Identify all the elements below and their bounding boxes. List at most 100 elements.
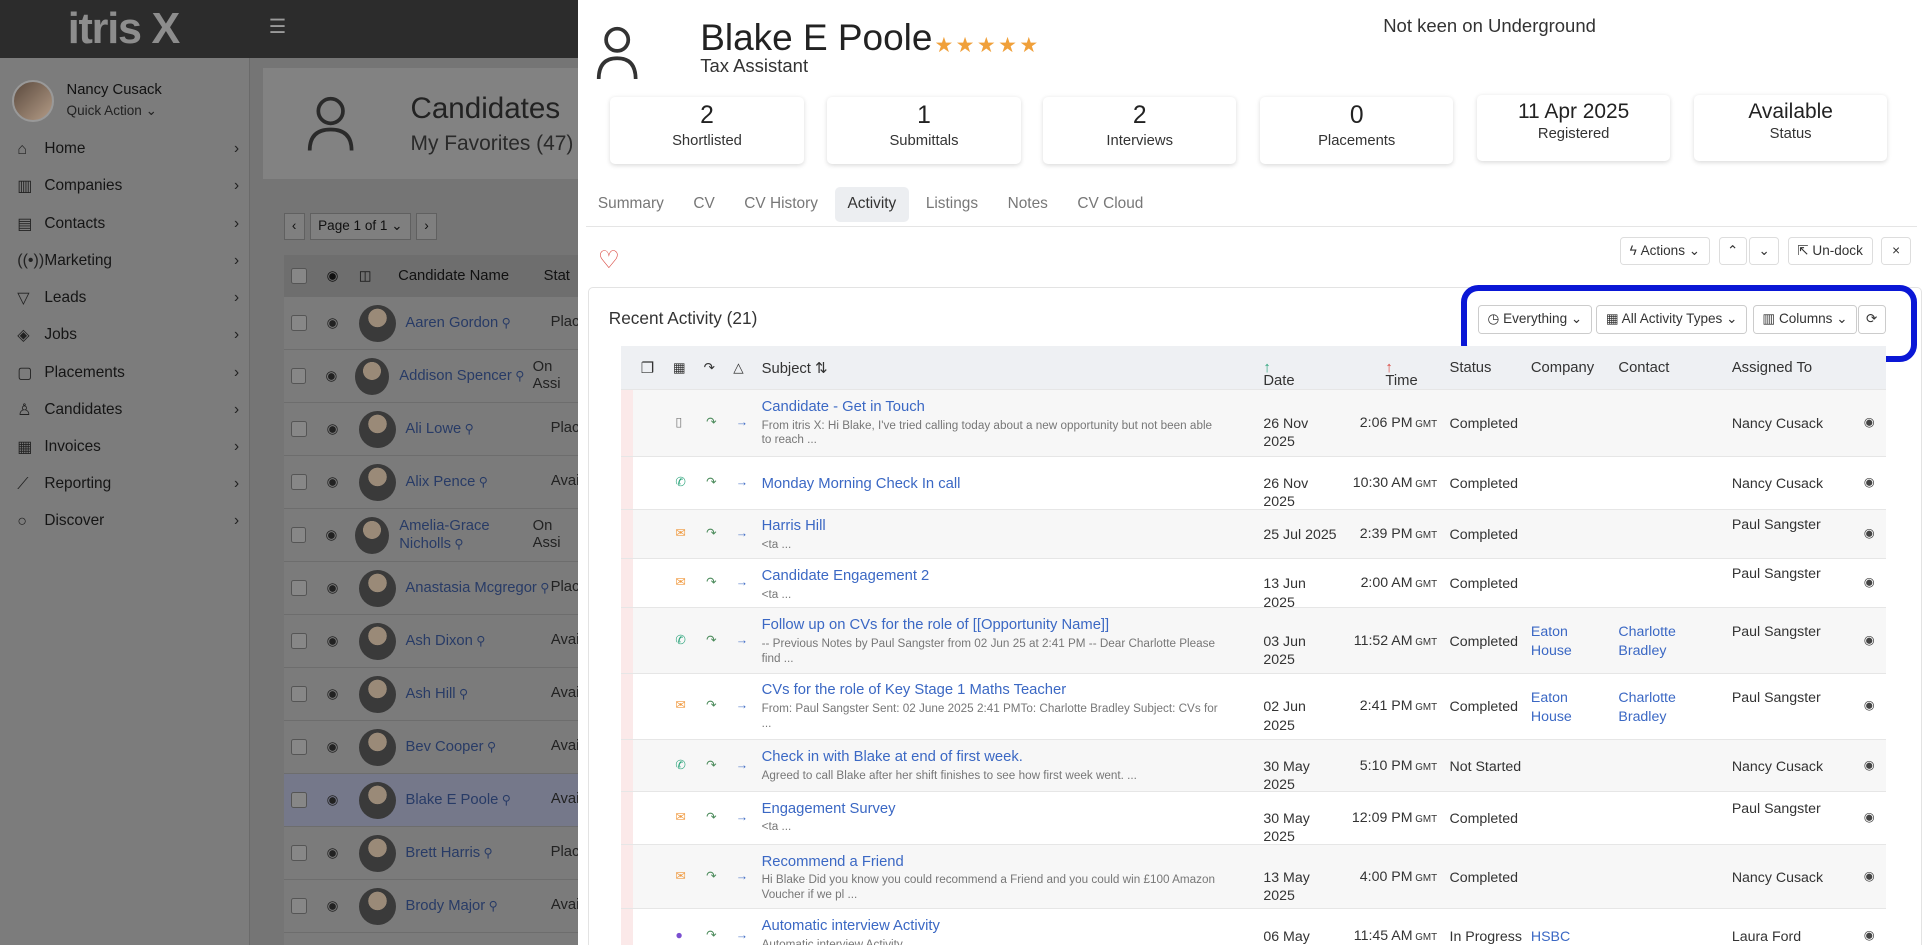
next-page-button[interactable]: ›: [415, 213, 438, 241]
activity-subject-link[interactable]: Candidate Engagement 2: [762, 567, 1224, 585]
arrow-right-icon[interactable]: →: [736, 526, 748, 540]
contact-link[interactable]: Charlotte Bradley: [1618, 623, 1704, 662]
list-item[interactable]: ◉ Bev Cooper ⚲ Avai: [283, 721, 580, 775]
pin-icon[interactable]: ⚲: [512, 369, 524, 383]
activity-subject-link[interactable]: Candidate - Get in Touch: [762, 398, 1224, 416]
nav-item-invoices[interactable]: ▦ Invoices ›: [17, 431, 239, 463]
list-item[interactable]: ◉ Addison Spencer ⚲ On Assi: [283, 350, 580, 404]
activity-subject-link[interactable]: CVs for the role of Key Stage 1 Maths Te…: [762, 681, 1224, 699]
candidate-name-link[interactable]: Brett Harris ⚲: [405, 844, 550, 862]
view-eye-icon[interactable]: ◉: [1864, 415, 1875, 429]
candidate-name-link[interactable]: Anastasia Mcgregor ⚲: [405, 579, 550, 597]
tab-summary[interactable]: Summary: [586, 187, 677, 222]
candidate-name-link[interactable]: Bev Cooper ⚲: [405, 738, 550, 756]
favorite-heart-icon[interactable]: ♡: [598, 245, 620, 275]
table-row[interactable]: ✉ ↷ → Harris Hill <ta ... 25 Jul 2025 2:39 PM …: [621, 508, 1886, 559]
next-record-button[interactable]: ⌄: [1749, 236, 1779, 266]
contact-link[interactable]: Charlotte Bradley: [1618, 689, 1704, 728]
candidate-name-link[interactable]: Addison Spencer ⚲: [399, 367, 532, 385]
user-menu[interactable]: Nancy Cusack Quick Action ⌄: [12, 80, 162, 123]
nav-item-discover[interactable]: ○ Discover ›: [17, 505, 239, 537]
eye-icon[interactable]: ◉: [327, 792, 352, 808]
row-checkbox[interactable]: [290, 633, 307, 650]
table-row[interactable]: ✉ ↷ → Recommend a Friend Hi Blake Did you kn…: [621, 844, 1886, 909]
forward-icon[interactable]: ↷: [706, 869, 716, 883]
stat-card-interviews[interactable]: 2 Interviews: [1042, 97, 1237, 164]
stat-card-status[interactable]: Available Status: [1693, 94, 1888, 162]
activity-subject-link[interactable]: Automatic interview Activity: [762, 917, 1224, 935]
list-item[interactable]: ◉ Ash Dixon ⚲ Avai: [283, 615, 580, 669]
tab-notes[interactable]: Notes: [995, 187, 1060, 222]
previous-record-button[interactable]: ⌃: [1718, 236, 1747, 266]
pin-icon[interactable]: ⚲: [456, 687, 468, 701]
row-checkbox[interactable]: [290, 580, 307, 597]
col-status[interactable]: Status: [1450, 360, 1492, 376]
forward-icon[interactable]: ↷: [706, 633, 716, 647]
row-checkbox[interactable]: [290, 845, 307, 862]
nav-item-candidates[interactable]: ♙ Candidates ›: [17, 394, 239, 426]
close-button[interactable]: ×: [1881, 236, 1911, 266]
pin-icon[interactable]: ⚲: [451, 537, 463, 551]
view-eye-icon[interactable]: ◉: [1864, 928, 1875, 942]
list-item[interactable]: ◉ Ali Lowe ⚲ Plac: [283, 403, 580, 457]
tab-cv-cloud[interactable]: CV Cloud: [1065, 187, 1156, 222]
col-date[interactable]: Date ↑: [1263, 360, 1294, 390]
view-eye-icon[interactable]: ◉: [1864, 758, 1875, 772]
page-select[interactable]: Page 1 of 1 ⌄: [309, 213, 411, 241]
eye-icon[interactable]: ◉: [327, 686, 352, 702]
eye-icon[interactable]: ◉: [326, 368, 349, 384]
undock-button[interactable]: ⇱ Un-dock: [1787, 236, 1873, 266]
pin-icon[interactable]: ⚲: [461, 422, 474, 436]
row-checkbox[interactable]: [290, 474, 307, 491]
company-link[interactable]: Eaton House: [1531, 689, 1611, 728]
list-item[interactable]: ◉ Alix Pence ⚲ Avai: [283, 456, 580, 510]
col-company[interactable]: Company: [1531, 360, 1594, 376]
list-item[interactable]: ◉ Brett Harris ⚲ Plac: [283, 827, 580, 881]
table-row[interactable]: ● ↷ → Automatic interview Activity Automatic…: [621, 908, 1886, 945]
pin-icon[interactable]: ⚲: [475, 475, 488, 489]
arrow-right-icon[interactable]: →: [736, 810, 748, 824]
list-item[interactable]: ◉ Anastasia Mcgregor ⚲ Plac: [283, 562, 580, 616]
tab-cv[interactable]: CV: [681, 187, 727, 222]
tab-activity[interactable]: Activity: [835, 187, 909, 222]
col-subject[interactable]: Subject ⇅: [762, 360, 828, 377]
nav-item-reporting[interactable]: ⟋ Reporting ›: [17, 468, 239, 500]
arrow-right-icon[interactable]: →: [736, 475, 748, 489]
forward-icon[interactable]: ↷: [706, 758, 716, 772]
company-link[interactable]: HSBC: [1531, 928, 1611, 945]
stat-card-shortlisted[interactable]: 2 Shortlisted: [610, 97, 804, 164]
forward-icon[interactable]: ↷: [706, 575, 716, 589]
actions-button[interactable]: ϟ Actions ⌄: [1619, 236, 1710, 266]
pin-icon[interactable]: ⚲: [484, 740, 496, 754]
nav-item-leads[interactable]: ▽ Leads ›: [17, 282, 239, 314]
pin-icon[interactable]: ⚲: [473, 634, 485, 648]
list-item[interactable]: ◉ Ash Hill ⚲ Avai: [283, 668, 580, 722]
activity-subject-link[interactable]: Monday Morning Check In call: [762, 475, 1224, 493]
table-row[interactable]: ✆ ↷ → Check in with Blake at end of first w…: [621, 739, 1886, 793]
list-item[interactable]: ◉ Brody Major ⚲ Avai: [283, 880, 580, 934]
table-row[interactable]: ✉ ↷ → Engagement Survey <ta ... 30 May 2025 12…: [621, 791, 1886, 845]
tab-cv-history[interactable]: CV History: [732, 187, 830, 222]
row-checkbox[interactable]: [290, 421, 307, 438]
table-row[interactable]: ✉ ↷ → CVs for the role of Key Stage 1 Maths…: [621, 672, 1886, 740]
candidate-name-link[interactable]: Amelia-Grace Nicholls ⚲: [399, 517, 532, 554]
view-eye-icon[interactable]: ◉: [1864, 575, 1875, 589]
activity-subject-link[interactable]: Harris Hill: [762, 517, 1224, 535]
list-item[interactable]: ◉ Aaren Gordon ⚲ Plac: [283, 297, 580, 351]
company-link[interactable]: Eaton House: [1531, 623, 1611, 662]
arrow-right-icon[interactable]: →: [736, 633, 748, 647]
row-checkbox[interactable]: [290, 368, 306, 385]
eye-icon[interactable]: ◉: [327, 739, 352, 755]
col-status[interactable]: Stat: [544, 268, 570, 284]
nav-item-placements[interactable]: ▢ Placements ›: [17, 357, 239, 389]
candidate-name-link[interactable]: Blake E Poole ⚲: [405, 791, 550, 809]
nav-item-contacts[interactable]: ▤ Contacts ›: [17, 208, 239, 240]
stat-card-registered[interactable]: 11 Apr 2025 Registered: [1476, 94, 1671, 162]
candidate-name-link[interactable]: Ali Lowe ⚲: [405, 420, 550, 438]
nav-item-marketing[interactable]: ((•)) Marketing ›: [17, 245, 239, 277]
list-item[interactable]: ◉ Blake E Poole ⚲ Avai: [283, 774, 580, 828]
view-eye-icon[interactable]: ◉: [1864, 526, 1875, 540]
quick-action-menu[interactable]: Quick Action ⌄: [67, 101, 162, 121]
row-checkbox[interactable]: [290, 686, 307, 703]
nav-item-jobs[interactable]: ◈ Jobs ›: [17, 319, 239, 351]
